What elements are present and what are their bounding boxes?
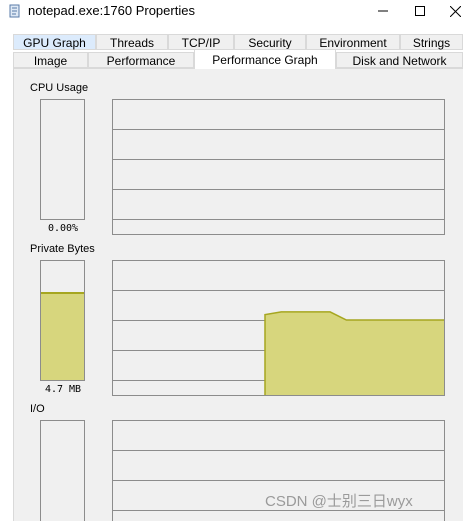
- title-bar[interactable]: notepad.exe:1760 Properties: [0, 0, 463, 24]
- private-bytes-graph: [112, 260, 445, 396]
- tab-disk-and-network[interactable]: Disk and Network: [336, 52, 463, 68]
- tab-image[interactable]: Image: [13, 52, 88, 68]
- maximize-icon: [415, 6, 425, 16]
- minimize-icon: [378, 10, 388, 12]
- tab-performance[interactable]: Performance: [88, 52, 194, 68]
- tab-strings[interactable]: Strings: [400, 34, 463, 50]
- private-bytes-value: 4.7 MB: [44, 384, 82, 395]
- private-bytes-label: Private Bytes: [30, 243, 95, 255]
- notepad-icon: [8, 4, 22, 18]
- private-bytes-meter: [40, 260, 85, 381]
- tab-tcpip[interactable]: TCP/IP: [168, 34, 234, 50]
- io-label: I/O: [30, 403, 45, 415]
- cpu-usage-label: CPU Usage: [30, 82, 89, 94]
- tab-security[interactable]: Security: [234, 34, 306, 50]
- close-button[interactable]: [432, 0, 463, 24]
- tab-performance-graph[interactable]: Performance Graph: [194, 49, 336, 69]
- watermark: CSDN @士别三日wyx: [265, 493, 413, 510]
- tab-environment[interactable]: Environment: [306, 34, 400, 50]
- private-bytes-area: [265, 311, 444, 395]
- io-meter: [40, 420, 85, 521]
- tab-threads[interactable]: Threads: [96, 34, 168, 50]
- cpu-usage-meter: [40, 99, 85, 220]
- cpu-usage-graph: [112, 99, 445, 235]
- close-icon: [450, 6, 461, 17]
- cpu-usage-value: 0.00%: [47, 223, 79, 234]
- tab-gpu-graph[interactable]: GPU Graph: [13, 34, 96, 50]
- private-bytes-meter-fill: [41, 291, 84, 380]
- window-title: notepad.exe:1760 Properties: [28, 3, 195, 18]
